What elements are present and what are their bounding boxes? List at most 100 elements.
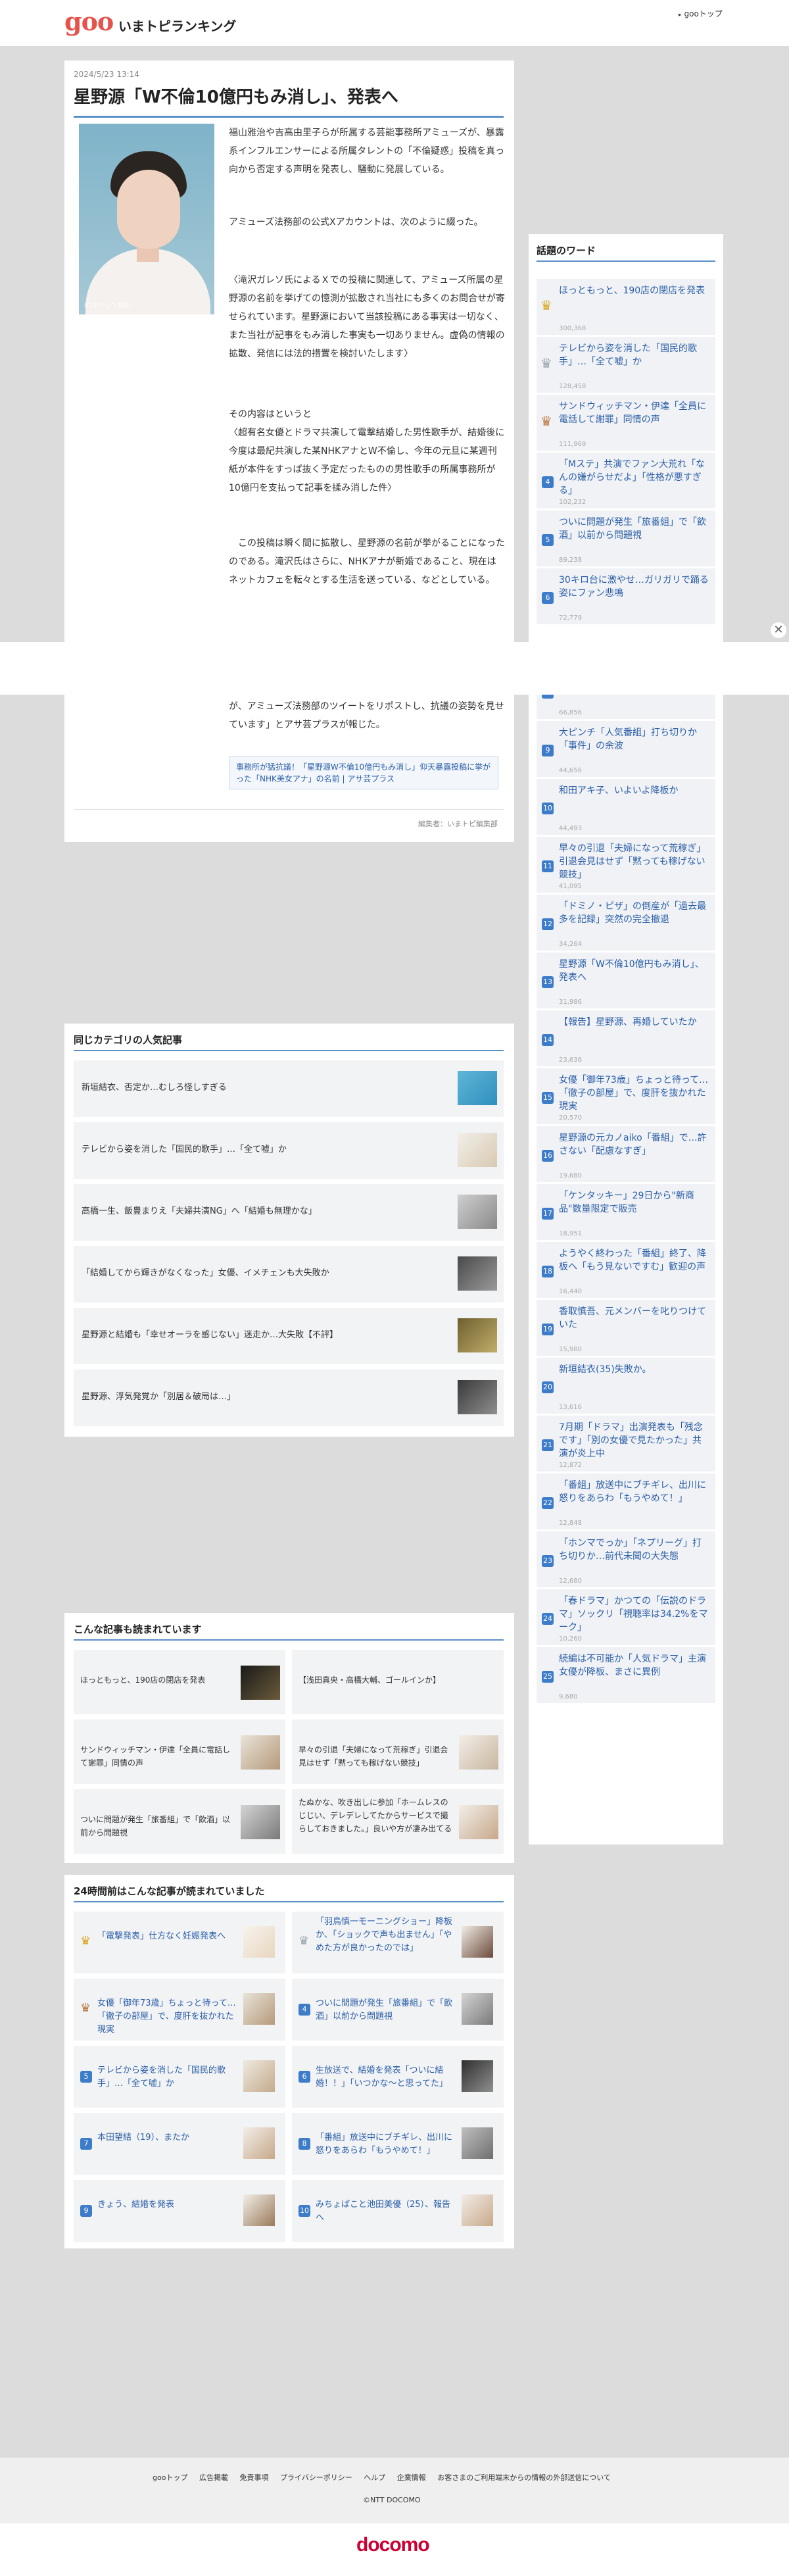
24h-ago-ranking: 24時間前はこんな記事が読まれていました ♛ 「電撃発表」仕方なく妊娠発表へ ♛ 「羽…	[64, 1875, 514, 2248]
trending-word-item[interactable]: ♛ サンドウィッチマン・伊達「全員に電話して謝罪」同情の声 111,969	[537, 395, 715, 451]
trending-word-item[interactable]: ♛ テレビから姿を消した「国民的歌手」…「全て嘘」か 128,458	[537, 337, 715, 393]
rank-badge: 5	[542, 534, 554, 546]
editor-credit: 編集者：いまトピ編集部	[418, 820, 498, 828]
site-title[interactable]: いまトピランキング	[118, 16, 236, 35]
ranking-item[interactable]: 10 みちょぱこと池田美優（25）、報告へ	[292, 2180, 504, 2242]
trending-word-item[interactable]: 19 香取慎吾、元メンバーを叱りつけていた 15,980	[537, 1300, 715, 1356]
article-thumbnail	[458, 1195, 497, 1229]
article-thumbnail	[458, 1380, 497, 1414]
category-article-item[interactable]: テレビから姿を消した「国民的歌手」…「全て嘘」か	[74, 1122, 504, 1179]
trending-word-count: 23,636	[559, 1056, 582, 1064]
trending-word-item[interactable]: 12 「ドミノ・ピザ」の倒産が「過去最多を記録」突然の完全撤退 34,264	[537, 895, 715, 951]
article-thumbnail	[458, 1071, 497, 1105]
trending-word-title: 女優「御年73歳」ちょっと待って…「徹子の部屋」で、度肝を抜かれた現実	[559, 1075, 709, 1112]
goo-top-link[interactable]: ▸ gooトップ	[679, 8, 723, 19]
footer-link-company[interactable]: 企業情報	[397, 2473, 426, 2482]
trending-word-item[interactable]: 15 女優「御年73歳」ちょっと待って…「徹子の部屋」で、度肝を抜かれた現実 20,…	[537, 1068, 715, 1124]
related-article-link[interactable]: 事務所が猛抗議！「星野源W不倫10億円もみ消し」仰天暴露投稿に挙がった「NHK美…	[229, 756, 498, 789]
trending-word-item[interactable]: 23 「ホンマでっか」「ネプリーグ」打ち切りか…前代未聞の大失態 12,680	[537, 1531, 715, 1587]
ranking-item[interactable]: ♛ 「電撃発表」仕方なく妊娠発表へ	[74, 1912, 285, 1973]
ranking-item[interactable]: 8 「番組」放送中にブチギレ、出川に怒りをあらわ「もうやめて！」	[292, 2113, 504, 2175]
ranking-item[interactable]: 5 テレビから姿を消した「国民的歌手」…「全て嘘」か	[74, 2046, 285, 2108]
goo-logo[interactable]: goo	[64, 9, 114, 34]
ranking-item[interactable]: ♛ 「羽鳥慎一モーニングショー」降板か、「ショックで声も出ません」「やめた方が良か…	[292, 1912, 504, 1973]
rank-badge: 19	[542, 1324, 554, 1335]
also-read-divider	[74, 1639, 504, 1641]
article-paragraph: この投稿は瞬く間に拡散し、星野源の名前が挙がることになったのである。滝沢氏はさら…	[229, 538, 505, 585]
rank-badge: 9	[542, 745, 554, 756]
ranking-item[interactable]: 4 ついに問題が発生「旅番組」で「飲酒」以前から問題視	[292, 1979, 504, 2041]
trending-word-title: 「ケンタッキー」29日から"新商品"数量限定で販売	[559, 1191, 694, 1214]
footer-link-privacy[interactable]: プライバシーポリシー	[280, 2473, 352, 2482]
category-article-item[interactable]: 「結婚してから輝きがなくなった」女優、イメチェンも大失敗か	[74, 1246, 504, 1302]
also-read-item[interactable]: ほっともっと、190店の閉店を発表	[74, 1650, 285, 1714]
rank-badge: 11	[542, 860, 554, 872]
article-thumbnail	[459, 1805, 498, 1839]
category-article-item[interactable]: 高橋一生、飯豊まりえ「夫婦共演NG」へ「結婚も無理かな」	[74, 1184, 504, 1241]
also-read-item[interactable]: サンドウィッチマン・伊達「全員に電話して謝罪」同情の声	[74, 1720, 285, 1784]
trending-word-item[interactable]: ♛ ほっともっと、190店の閉店を発表 300,368	[537, 279, 715, 335]
footer-link-help[interactable]: ヘルプ	[364, 2473, 385, 2482]
rank-badge: 21	[542, 1439, 554, 1451]
article-photo: (C)まいじつ 撮影	[79, 124, 214, 314]
trending-word-item[interactable]: 21 7月期「ドラマ」出演発表も「残念です」「別の女優で見たかった」共演が炎上中 1…	[537, 1416, 715, 1472]
footer-link-external-transmission[interactable]: お客さまのご利用端末からの情報の外部送信について	[437, 2473, 611, 2482]
trending-word-item[interactable]: 25 続編は不可能か「人気ドラマ」主演女優が降板、まさに異例 9,680	[537, 1647, 715, 1703]
trending-word-item[interactable]: 20 新垣結衣(35)失敗か。 13,616	[537, 1358, 715, 1414]
trending-word-item[interactable]: 5 ついに問題が発生「旅番組」で「飲酒」以前から問題視 89,238	[537, 510, 715, 566]
trending-word-item[interactable]: 4 「Mステ」共演でファン大荒れ「なんの嫌がらせだよ」「性格が悪すぎる」 102,2…	[537, 453, 715, 508]
footer-link-ads[interactable]: 広告掲載	[199, 2473, 228, 2482]
also-read-title: ほっともっと、190店の閉店を発表	[80, 1675, 206, 1685]
trending-word-item[interactable]: 13 星野源「W不倫10億円もみ消し」、発表へ 31,986	[537, 953, 715, 1008]
trending-word-item[interactable]: 24 「春ドラマ」かつての「伝説のドラマ」ソックリ「視聴率は34.2%をマーク」 1…	[537, 1589, 715, 1645]
article-footer-divider	[74, 809, 504, 810]
category-article-item[interactable]: 星野源、浮気発覚か「別居＆破局は…」	[74, 1370, 504, 1426]
docomo-logo[interactable]: docomo	[356, 2534, 430, 2556]
rank-badge: 20	[542, 1381, 554, 1393]
also-read-title: サンドウィッチマン・伊達「全員に電話して謝罪」同情の声	[80, 1745, 231, 1768]
category-article-item[interactable]: 新垣結衣、否定か…むしろ怪しすぎる	[74, 1060, 504, 1117]
trending-word-count: 12,872	[559, 1462, 582, 1469]
footer-links: gooトップ 広告掲載 免責事項 プライバシーポリシー ヘルプ 企業情報 お客さ…	[153, 2472, 620, 2483]
trending-word-item[interactable]: 17 「ケンタッキー」29日から"新商品"数量限定で販売 18,951	[537, 1184, 715, 1240]
ranking-item-title: 「番組」放送中にブチギレ、出川に怒りをあらわ「もうやめて！」	[316, 2133, 453, 2156]
rank-badge: 18	[542, 1266, 554, 1277]
rank-badge: 17	[542, 1208, 554, 1220]
footer-link-goo-top[interactable]: gooトップ	[153, 2473, 187, 2482]
rank-badge: 24	[542, 1613, 554, 1625]
footer-link-disclaimer[interactable]: 免責事項	[239, 2473, 268, 2482]
trending-word-item[interactable]: 18 ようやく終わった「番組」終了、降板へ「もう見ないですむ」歓迎の声 16,440	[537, 1242, 715, 1298]
ad-banner[interactable]	[0, 642, 789, 695]
trending-word-title: 「Mステ」共演でファン大荒れ「なんの嫌がらせだよ」「性格が悪すぎる」	[559, 459, 705, 496]
chevron-right-icon: ▸	[679, 12, 682, 18]
trending-word-count: 12,680	[559, 1577, 582, 1585]
also-read-item[interactable]: 早々の引退「夫婦になって荒稼ぎ」引退会見はせず「黙っても稼げない競技」	[292, 1720, 504, 1784]
rank-badge: 15	[542, 1092, 554, 1104]
copyright: ©NTT DOCOMO	[363, 2496, 421, 2504]
trending-word-item[interactable]: 6 30キロ台に激やせ…ガリガリで踊る姿にファン悲鳴 72,779	[537, 568, 715, 624]
ranking-item[interactable]: 6 生放送で、結婚を発表「ついに結婚！！」「いつかな〜と思ってた」	[292, 2046, 504, 2108]
trending-word-title: 星野源の元カノaiko「番組」で…許さない「配慮なすぎ」	[559, 1133, 707, 1156]
trending-word-item[interactable]: 10 和田アキ子、いよいよ降板か 44,493	[537, 779, 715, 835]
article-paragraph: アミューズ法務部の公式Xアカウントは、次のように綴った。	[229, 217, 483, 228]
ranking-item[interactable]: ♛ 女優「御年73歳」ちょっと待って…「徹子の部屋」で、度肝を抜かれた現実	[74, 1979, 285, 2041]
trending-word-title: 【報告】星野源、再婚していたか	[559, 1017, 697, 1028]
rank-badge: 7	[80, 2138, 92, 2150]
ranking-item[interactable]: 9 きょう、結婚を発表	[74, 2180, 285, 2242]
trending-word-item[interactable]: 22 「番組」放送中にブチギレ、出川に怒りをあらわ「もうやめて！」 12,848	[537, 1474, 715, 1529]
also-read-item[interactable]: 【浅田真央・高橋大輔、ゴールインか】	[292, 1650, 504, 1714]
ad-close-button[interactable]: ✕	[771, 622, 786, 638]
rank-badge: 10	[542, 803, 554, 814]
trending-word-item[interactable]: 16 星野源の元カノaiko「番組」で…許さない「配慮なすぎ」 19,680	[537, 1126, 715, 1182]
category-article-item[interactable]: 星野源と結婚も「幸せオーラを感じない」迷走か…大失敗【不評】	[74, 1308, 504, 1364]
category-article-title: 星野源、浮気発覚か「別居＆破局は…」	[82, 1392, 236, 1402]
also-read-item[interactable]: ついに問題が発生「旅番組」で「飲酒」以前から問題視	[74, 1789, 285, 1854]
trending-word-item[interactable]: 9 大ピンチ「人気番組」打ち切りか「事件」の余波 44,656	[537, 721, 715, 777]
trending-word-item[interactable]: 14 【報告】星野源、再婚していたか 23,636	[537, 1010, 715, 1066]
rank-badge: 5	[80, 2071, 92, 2083]
trending-word-item[interactable]: 11 早々の引退「夫婦になって荒稼ぎ」引退会見はせず「黙っても稼げない競技」 41,…	[537, 837, 715, 893]
ranking-item[interactable]: 7 本田望結（19）、またか	[74, 2113, 285, 2175]
also-read-item[interactable]: たぬかな、吹き出しに参加「ホームレスのじじい、デレデレしてたからサービスで撮らし…	[292, 1789, 504, 1854]
trending-word-count: 18,951	[559, 1230, 582, 1237]
article-thumbnail	[459, 1735, 498, 1770]
